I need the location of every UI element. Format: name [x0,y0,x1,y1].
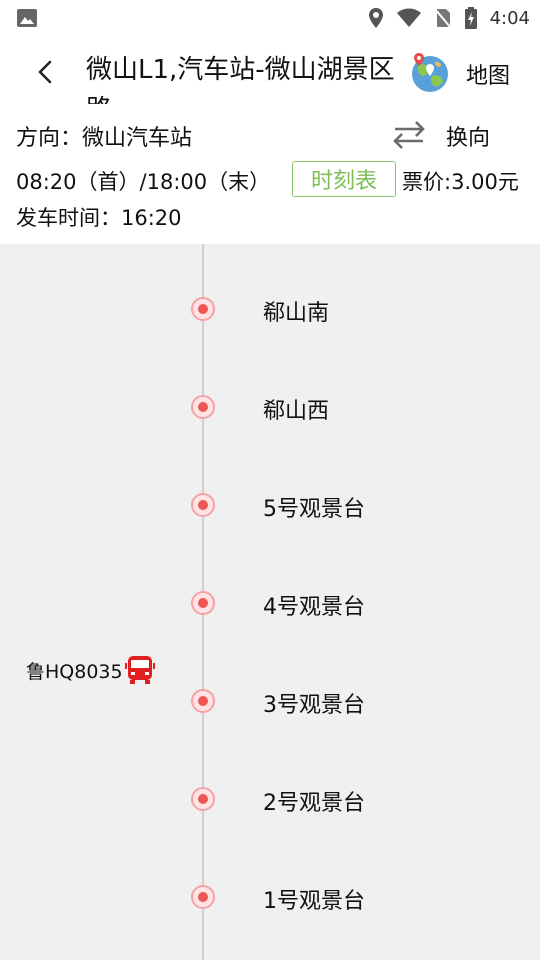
page-title: 微山L1,汽车站-微山湖景区路 [86,55,395,104]
stop-item[interactable]: 1号观景台 [0,872,540,922]
status-icons: 4:04 [368,6,530,30]
wifi-icon [396,8,421,27]
stop-name: 郗山西 [263,399,330,424]
swap-direction-icon[interactable] [392,119,426,151]
schedule-button[interactable]: 时刻表 [292,161,396,197]
stop-item[interactable]: 郗山西 [0,382,540,432]
image-icon [17,9,37,27]
app-header: 微山L1,汽车站-微山湖景区路 地图 [0,36,540,104]
stop-name: 5号观景台 [263,497,365,522]
direction-text: 方向：微山汽车站 [16,126,193,151]
status-time: 4:04 [489,7,530,29]
swap-direction-button[interactable]: 换向 [446,120,490,152]
stop-marker-icon [191,689,215,713]
route-info: 方向：微山汽车站 换向 08:20（首）/18:00（末） 时刻表 票价:3.0… [0,104,540,244]
stop-name: 4号观景台 [263,595,365,620]
fare-text: 票价:3.00元 [402,170,519,194]
no-sim-icon [433,8,452,29]
location-icon [368,8,383,28]
stop-name: 1号观景台 [263,889,365,914]
battery-charging-icon [464,7,477,29]
stop-name: 2号观景台 [263,791,365,816]
stop-item[interactable]: 5号观景台 [0,480,540,530]
status-bar: 4:04 [0,0,540,36]
service-hours: 08:20（首）/18:00（末） [16,170,271,194]
stop-name: 郗山南 [263,301,330,326]
stop-marker-icon [191,395,215,419]
bus-indicator[interactable]: 鲁HQ8035 [26,652,155,688]
bus-plate: 鲁HQ8035 [26,660,123,683]
map-globe-icon[interactable] [408,50,452,94]
stop-item[interactable]: 2号观景台 [0,774,540,824]
back-arrow-icon[interactable] [28,52,62,92]
stop-marker-icon [191,297,215,321]
stop-item[interactable]: 4号观景台 [0,578,540,628]
stop-name: 3号观景台 [263,693,365,718]
route-stops-list[interactable]: 郗山南 郗山西 5号观景台 4号观景台 3号观景台 2号观景台 1号观景台 鲁H… [0,244,540,960]
departure-time: 发车时间：16:20 [16,206,182,230]
stop-marker-icon [191,493,215,517]
stop-marker-icon [191,885,215,909]
stop-marker-icon [191,787,215,811]
map-button-label[interactable]: 地图 [466,58,510,90]
bus-icon [124,656,155,684]
stop-marker-icon [191,591,215,615]
stop-item[interactable]: 郗山南 [0,284,540,334]
